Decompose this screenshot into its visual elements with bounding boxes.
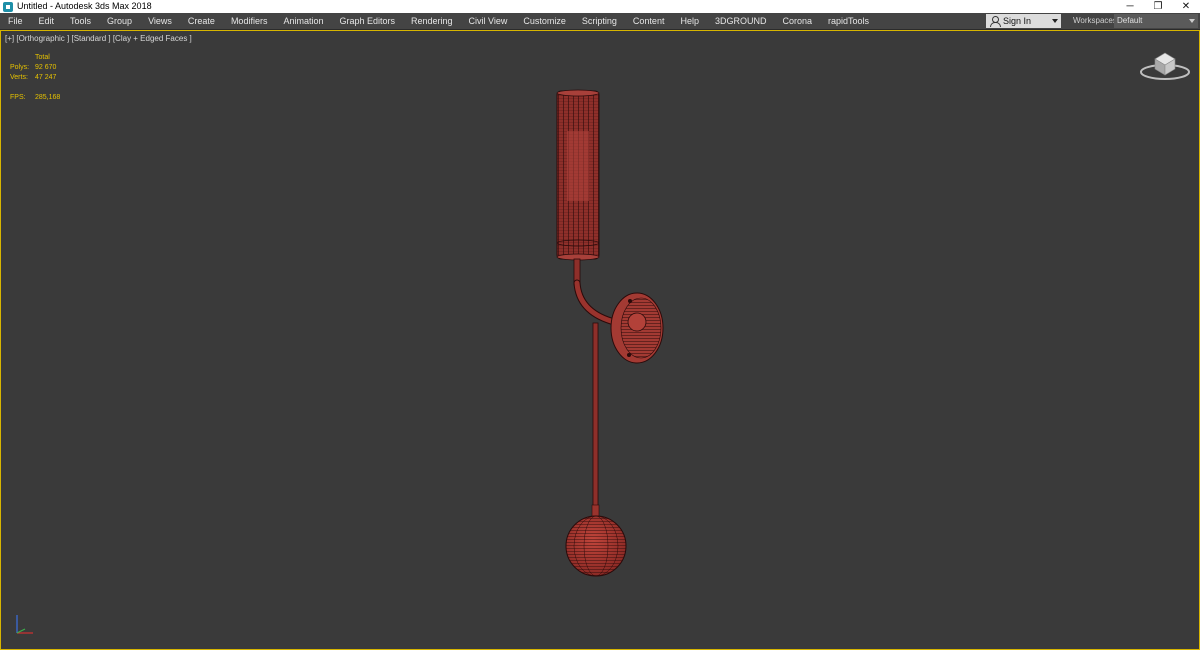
menu-corona[interactable]: Corona bbox=[774, 13, 820, 29]
lamp-ball[interactable] bbox=[565, 515, 627, 577]
menu-tools[interactable]: Tools bbox=[62, 13, 99, 29]
perspective-viewport[interactable]: [+] [Orthographic ] [Standard ] [Clay + … bbox=[0, 30, 1200, 650]
menu-3dground[interactable]: 3DGROUND bbox=[707, 13, 775, 29]
window-controls: ─ ❐ ✕ bbox=[1116, 0, 1200, 13]
menu-scripting[interactable]: Scripting bbox=[574, 13, 625, 29]
chevron-down-icon bbox=[1052, 19, 1058, 23]
lamp-shade[interactable] bbox=[556, 89, 600, 261]
workspaces-value: Default bbox=[1117, 16, 1143, 25]
window-title: Untitled - Autodesk 3ds Max 2018 bbox=[17, 1, 152, 11]
menu-help[interactable]: Help bbox=[672, 13, 707, 29]
menu-edit[interactable]: Edit bbox=[31, 13, 63, 29]
menu-views[interactable]: Views bbox=[140, 13, 180, 29]
menu-graph-editors[interactable]: Graph Editors bbox=[331, 13, 403, 29]
menu-create[interactable]: Create bbox=[180, 13, 223, 29]
menu-civil-view[interactable]: Civil View bbox=[461, 13, 516, 29]
wall-mount-plate[interactable] bbox=[610, 292, 664, 364]
menu-rendering[interactable]: Rendering bbox=[403, 13, 461, 29]
menu-customize[interactable]: Customize bbox=[515, 13, 574, 29]
menu-group[interactable]: Group bbox=[99, 13, 140, 29]
axis-tripod-icon bbox=[16, 615, 33, 634]
minimize-button[interactable]: ─ bbox=[1116, 0, 1144, 13]
restore-button[interactable]: ❐ bbox=[1144, 0, 1172, 13]
chevron-down-icon bbox=[1189, 19, 1195, 23]
sign-in-dropdown[interactable]: Sign In bbox=[986, 14, 1061, 28]
wall-lamp-model[interactable] bbox=[1, 31, 1199, 649]
workspaces-select[interactable]: Default bbox=[1114, 14, 1198, 28]
sign-in-label: Sign In bbox=[1003, 16, 1032, 26]
menu-animation[interactable]: Animation bbox=[275, 13, 331, 29]
user-icon bbox=[990, 16, 1001, 27]
lamp-rod[interactable] bbox=[591, 322, 600, 520]
menu-file[interactable]: File bbox=[0, 13, 31, 29]
menu-modifiers[interactable]: Modifiers bbox=[223, 13, 276, 29]
app-icon bbox=[3, 1, 13, 12]
workspaces-label: Workspaces: bbox=[1073, 16, 1120, 25]
close-button[interactable]: ✕ bbox=[1172, 0, 1200, 13]
menu-rapidtools[interactable]: rapidTools bbox=[820, 13, 877, 29]
menu-content[interactable]: Content bbox=[625, 13, 673, 29]
title-bar: Untitled - Autodesk 3ds Max 2018 ─ ❐ ✕ bbox=[0, 0, 1200, 13]
